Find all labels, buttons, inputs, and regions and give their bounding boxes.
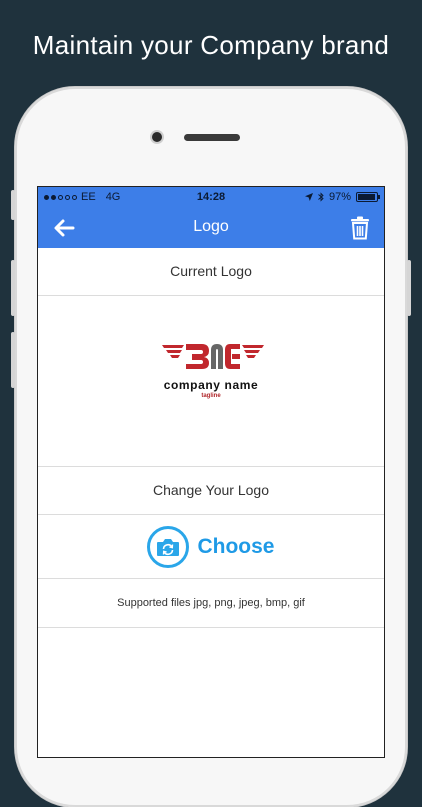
trash-icon[interactable] — [350, 216, 370, 240]
phone-mute-switch — [11, 190, 15, 220]
phone-volume-down — [11, 332, 15, 388]
nav-bar: Logo — [38, 207, 384, 248]
earpiece-speaker — [184, 134, 240, 141]
current-logo-heading: Current Logo — [38, 248, 384, 296]
current-logo-preview[interactable]: company name tagline — [38, 296, 384, 467]
supported-files-text: Supported files jpg, png, jpeg, bmp, gif — [38, 579, 384, 628]
logo-company-name: company name — [163, 378, 259, 392]
headline: Maintain your Company brand — [32, 30, 390, 60]
app-screen: EE 4G 14:28 97% Logo Current Logo compan… — [38, 187, 384, 757]
status-bar: EE 4G 14:28 97% — [38, 187, 384, 207]
phone-volume-up — [11, 260, 15, 316]
choose-label[interactable]: Choose — [197, 535, 274, 559]
change-logo-heading: Change Your Logo — [38, 467, 384, 515]
choose-button[interactable]: Choose — [38, 515, 384, 579]
camera-rotate-icon[interactable] — [147, 525, 190, 568]
bluetooth-icon — [318, 192, 324, 202]
logo-tagline: tagline — [201, 393, 221, 399]
battery-percent: 97% — [328, 191, 351, 203]
nav-title: Logo — [193, 218, 229, 235]
battery-icon — [356, 192, 380, 202]
location-arrow-icon — [304, 193, 313, 201]
front-camera — [152, 132, 162, 142]
company-logo-mark — [162, 344, 264, 369]
status-right: 97% — [304, 191, 380, 203]
phone-power-button — [407, 260, 411, 316]
